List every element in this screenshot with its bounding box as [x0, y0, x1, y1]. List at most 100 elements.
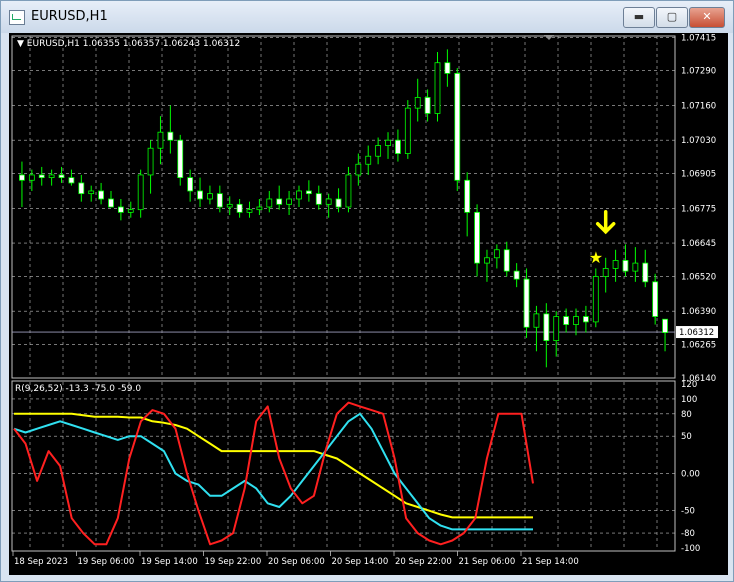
close-button[interactable]: ✕: [689, 7, 725, 28]
candle-body: [117, 206, 124, 213]
price-label: 1.06520: [681, 272, 716, 282]
candle-body: [395, 139, 401, 154]
time-label: 19 Sep 14:00: [141, 557, 198, 567]
candle-body: [68, 177, 75, 184]
grid: [12, 36, 675, 550]
chart-header: ▼ EURUSD,H1 1.06355 1.06357 1.06243 1.06…: [17, 39, 240, 49]
time-label: 19 Sep 22:00: [205, 557, 262, 567]
star-marker-icon: ★: [589, 248, 603, 267]
candle-body: [622, 260, 629, 272]
candle-body: [602, 268, 609, 277]
price-label: 1.06775: [681, 204, 716, 214]
candle-body: [98, 190, 104, 200]
close-icon: ✕: [702, 10, 712, 23]
candle-body: [424, 97, 431, 114]
price-label: 1.07160: [681, 101, 716, 111]
candle-body: [414, 97, 421, 109]
price-label: 1.07415: [681, 33, 716, 43]
time-label: 20 Sep 22:00: [395, 557, 452, 567]
candle-body: [216, 193, 223, 208]
candle-body: [503, 249, 510, 272]
candle-body: [147, 147, 154, 176]
maximize-button[interactable]: ▢: [656, 7, 688, 28]
candle-body: [38, 174, 45, 179]
minimize-icon: ▬: [633, 10, 645, 23]
indicator-scale-label: -80: [681, 529, 695, 539]
candle-body: [642, 262, 649, 283]
price-label: 1.07290: [681, 67, 716, 77]
time-label: 21 Sep 06:00: [459, 557, 516, 567]
candle-body: [484, 257, 490, 264]
indicator-scale-label: -100: [681, 544, 700, 554]
candle-body: [652, 281, 659, 317]
candle-body: [464, 179, 471, 213]
candle-body: [266, 198, 273, 208]
maximize-icon: ▢: [666, 10, 678, 23]
indicator-scale-label: 120: [681, 380, 697, 390]
candle-body: [305, 190, 312, 195]
candle-body: [612, 260, 619, 269]
minimize-button[interactable]: ▬: [623, 7, 655, 28]
candle-body: [563, 316, 570, 325]
candle-body: [108, 198, 114, 208]
time-label: 20 Sep 14:00: [332, 557, 389, 567]
candle-body: [662, 318, 668, 333]
candle-body: [474, 211, 480, 264]
indicator-scale-label: 80: [681, 410, 692, 420]
candle-body: [543, 313, 550, 341]
candle-body: [315, 193, 322, 205]
indicator-scale-label: 50: [681, 432, 692, 442]
candle-body: [632, 262, 639, 272]
time-label: 18 Sep 2023: [14, 557, 68, 567]
candle-body: [444, 62, 451, 74]
candle-body: [523, 278, 530, 328]
candle-body: [325, 198, 332, 205]
candle-body: [197, 190, 203, 200]
axis-labels: 1.07415 1.07290 1.07160 1.07030 1.06905 1.067…: [12, 33, 718, 567]
window-title: EURUSD,H1: [31, 9, 108, 24]
price-label: 1.07030: [681, 136, 716, 146]
candle-body: [592, 276, 599, 323]
chart-canvas[interactable]: ★ 1.074151.072901.071601.070301.069051.0…: [9, 33, 728, 575]
candle-body: [513, 270, 520, 280]
candle-body: [355, 163, 362, 176]
price-label: 1.06390: [681, 307, 716, 317]
candle-body: [127, 209, 134, 213]
candle-body: [177, 139, 184, 179]
price-label: 1.06265: [681, 341, 716, 351]
candle-body: [553, 316, 560, 341]
candle-body: [88, 190, 95, 195]
title-bar[interactable]: EURUSD,H1 ▬ ▢ ✕: [1, 1, 733, 33]
sell-arrow-icon: [595, 209, 616, 235]
candle-body: [365, 155, 372, 165]
candle-body: [48, 174, 55, 179]
indicator-header: R(9,26,52) -13.3 -75.0 -59.0: [15, 384, 141, 394]
candle-body: [157, 131, 164, 149]
chart-app-icon: [9, 10, 25, 25]
candle-body: [19, 174, 25, 181]
chart-header-text: EURUSD,H1 1.06355 1.06357 1.06243 1.0631…: [27, 39, 240, 49]
candle-body: [573, 316, 579, 325]
candle-body: [454, 73, 461, 181]
header-triangle-icon: ▼: [17, 39, 27, 49]
indicator-scale-label: 100: [681, 395, 697, 405]
candle-body: [533, 313, 540, 328]
current-price-label: 1.06312: [679, 328, 714, 338]
candle-body: [345, 174, 352, 208]
time-label: 20 Sep 06:00: [268, 557, 325, 567]
candle-body: [493, 249, 500, 259]
chart-area[interactable]: ★ 1.07415 1.07290 1.07160 1.07030 1.06905 1.0…: [9, 33, 728, 575]
time-label: 21 Sep 14:00: [522, 557, 579, 567]
chart-window: EURUSD,H1 ▬ ▢ ✕ ★ 1.07415 1.07290 1.07160 1…: [0, 0, 734, 582]
candle-body: [256, 206, 263, 211]
candle-body: [583, 316, 589, 323]
candle-body: [226, 203, 233, 208]
candle-body: [286, 198, 292, 205]
price-label: 1.06645: [681, 239, 716, 249]
price-label: 1.06905: [681, 170, 716, 180]
candle-body: [246, 209, 253, 213]
time-label: 19 Sep 06:00: [78, 557, 135, 567]
candle-body: [335, 198, 342, 208]
candle-body: [404, 107, 411, 154]
candle-body: [78, 182, 85, 195]
